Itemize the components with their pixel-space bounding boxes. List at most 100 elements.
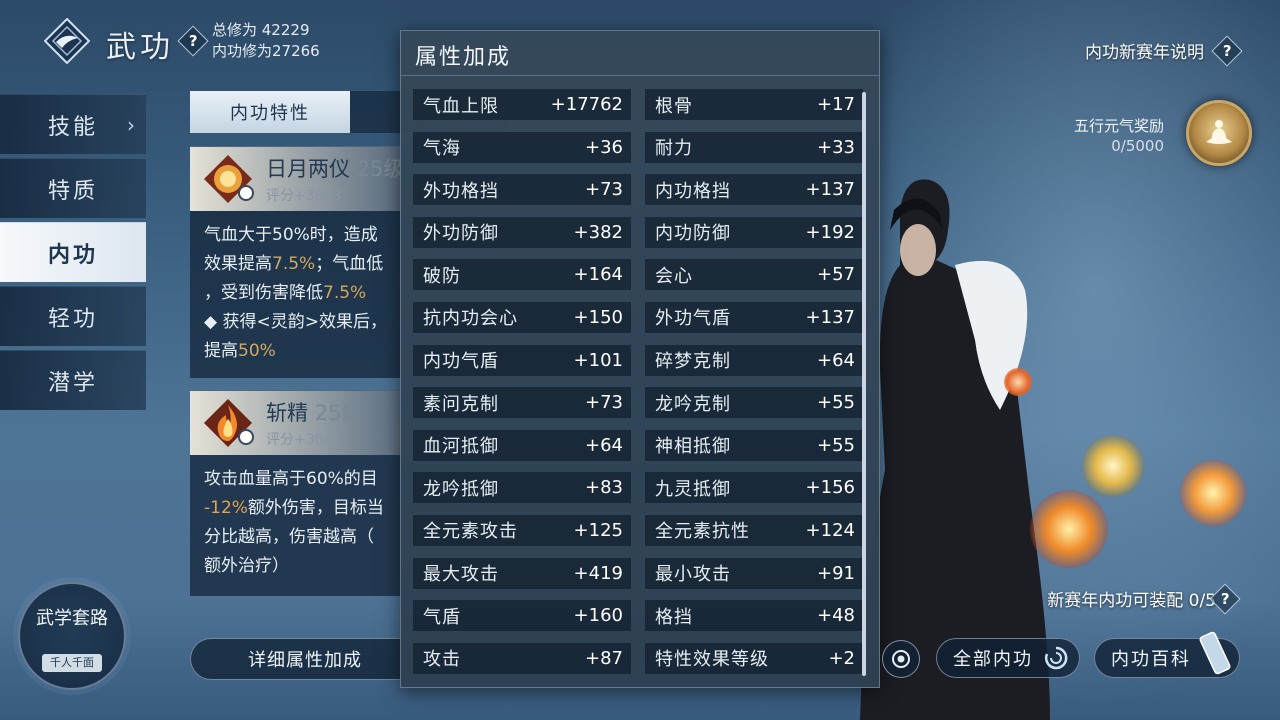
nav-item-inner-skill[interactable]: 内功	[0, 222, 146, 282]
attribute-name: 素问克制	[423, 393, 499, 415]
attribute-row: 内功格挡 +137	[645, 174, 863, 206]
attribute-value: +64	[585, 434, 623, 456]
attribute-row: 素问克制 +73	[413, 387, 631, 419]
inner-skill-card[interactable]: 斩精 25级 评分+3641 攻击血量高于60%的目 -12%额外伤害，目标当 …	[190, 390, 402, 596]
attribute-name: 龙吟抵御	[423, 478, 499, 500]
nav-item-latent-study[interactable]: 潜学	[0, 350, 146, 410]
desc-line: 分比越高，伤害越高（	[204, 527, 374, 547]
attribute-value: +87	[585, 647, 623, 669]
attribute-row: 会心 +57	[645, 259, 863, 291]
attribute-value: +33	[817, 136, 855, 158]
attribute-value: +36	[585, 136, 623, 158]
equip-capacity: 新赛年内功可装配 0/5	[1047, 586, 1216, 611]
nav-item-lightness[interactable]: 轻功	[0, 286, 146, 346]
inner-encyclopedia-button[interactable]: 内功百科	[1094, 631, 1240, 678]
desc-line: -12%额外伤害，目标当	[204, 498, 384, 518]
attribute-value: +101	[573, 349, 623, 371]
attribute-value: +164	[573, 264, 623, 286]
attribute-value: +57	[817, 264, 855, 286]
nav-item-label: 技能	[48, 114, 99, 140]
card-name: 日月两仪	[266, 157, 350, 181]
martial-path-subtitle: 千人千面	[42, 654, 102, 672]
reward-meditation-icon[interactable]	[1186, 100, 1252, 166]
tab-inner-traits[interactable]: 内功特性	[190, 91, 350, 133]
all-inner-skills-button[interactable]: 全部内功	[936, 638, 1080, 678]
meditation-icon	[1206, 120, 1232, 144]
attribute-name: 格挡	[655, 606, 693, 628]
inner-cultivation: 内功修为27266	[212, 42, 320, 60]
attribute-row: 内功防御 +192	[645, 216, 863, 248]
card-score: 评分+3683	[266, 188, 342, 204]
attribute-row: 气盾 +160	[413, 600, 631, 632]
fire-orb-decoration	[1030, 490, 1108, 568]
nav-item-label: 特质	[48, 178, 99, 204]
attribute-value: +137	[805, 306, 855, 328]
attribute-bonus-popup: 属性加成 气血上限 +17762 根骨 +17 气海 +36 耐力 +33 外功格挡 +73 内功格…	[400, 30, 880, 688]
attribute-name: 内功格挡	[655, 180, 731, 202]
attribute-value: +17762	[550, 94, 623, 115]
card-description: 攻击血量高于60%的目 -12%额外伤害，目标当 分比越高，伤害越高（ 额外治疗…	[190, 455, 402, 593]
nav-item-label: 内功	[48, 242, 99, 268]
attribute-value: +156	[805, 477, 855, 499]
cultivation-help-button[interactable]: ?	[177, 25, 209, 57]
attribute-row: 外功防御 +382	[413, 216, 631, 248]
attribute-row: 外功格挡 +73	[413, 174, 631, 206]
card-level: 25级	[356, 157, 405, 181]
attribute-name: 气海	[423, 138, 461, 160]
desc-line: 效果提高7.5%；气血低	[204, 254, 384, 274]
attribute-row: 全元素抗性 +124	[645, 514, 863, 546]
question-icon: ?	[1211, 35, 1243, 67]
inner-skill-card[interactable]: 日月两仪 25级 评分+3683 气血大于50%时，造成 效果提高7.5%；气血…	[190, 146, 404, 378]
attribute-name: 会心	[655, 265, 693, 287]
martial-logo-icon	[44, 18, 90, 64]
popup-divider	[401, 75, 879, 76]
attribute-grid: 气血上限 +17762 根骨 +17 气海 +36 耐力 +33 外功格挡 +73 内功格挡 +137…	[413, 89, 863, 674]
attribute-value: +124	[805, 519, 855, 541]
season-help-button[interactable]: ?	[1211, 35, 1243, 67]
martial-path-title: 武学套路	[36, 608, 108, 629]
equip-help-button[interactable]: ?	[1209, 583, 1241, 615]
attribute-value: +48	[817, 605, 855, 627]
card-name: 斩精	[266, 401, 308, 425]
detail-attributes-button[interactable]: 详细属性加成	[190, 638, 420, 680]
gold-orb-decoration	[1082, 435, 1144, 497]
attribute-value: +91	[817, 562, 855, 584]
attribute-name: 外功气盾	[655, 308, 731, 330]
nav-item-traits[interactable]: 特质	[0, 158, 146, 218]
martial-path-button[interactable]: 武学套路 千人千面	[18, 582, 126, 690]
attribute-value: +2	[828, 647, 855, 669]
attribute-value: +192	[805, 221, 855, 243]
card-score: 评分+3641	[266, 432, 342, 448]
card-description: 气血大于50%时，造成 效果提高7.5%；气血低 ，受到伤害降低7.5% ◆ 获…	[190, 211, 402, 378]
desc-line: ◆ 获得<灵韵>效果后，	[204, 312, 387, 332]
attribute-name: 外功格挡	[423, 180, 499, 202]
card-header: 斩精 25级 评分+3641	[190, 391, 402, 455]
desc-line: 攻击血量高于60%的目	[204, 469, 378, 489]
all-inner-label: 全部内功	[953, 649, 1033, 670]
question-icon: ?	[177, 25, 209, 57]
attribute-name: 气盾	[423, 606, 461, 628]
popup-title: 属性加成	[415, 45, 512, 70]
clock-icon	[238, 429, 254, 445]
attribute-name: 龙吟克制	[655, 393, 731, 415]
nav-item-label: 轻功	[48, 306, 99, 332]
attribute-name: 九灵抵御	[655, 478, 731, 500]
attribute-row: 格挡 +48	[645, 600, 863, 632]
nav-item-skills[interactable]: 技能 ›	[0, 94, 146, 154]
attribute-name: 内功防御	[655, 223, 731, 245]
card-title: 日月两仪 25级	[266, 153, 404, 183]
attribute-value: +55	[817, 392, 855, 414]
target-button[interactable]	[882, 640, 920, 678]
popup-scrollbar[interactable]	[862, 92, 866, 676]
attribute-value: +17	[817, 94, 855, 115]
attribute-row: 全元素攻击 +125	[413, 514, 631, 546]
season-explanation-link[interactable]: 内功新赛年说明	[1085, 38, 1204, 63]
page-title: 武功	[106, 30, 174, 65]
attribute-value: +160	[573, 605, 623, 627]
attribute-row: 攻击 +87	[413, 642, 631, 674]
target-icon	[892, 650, 910, 668]
attribute-name: 破防	[423, 265, 461, 287]
attribute-value: +73	[585, 179, 623, 201]
cultivation-info: 总修为 42229 内功修为27266	[212, 20, 320, 62]
nav-item-label: 潜学	[48, 370, 99, 396]
